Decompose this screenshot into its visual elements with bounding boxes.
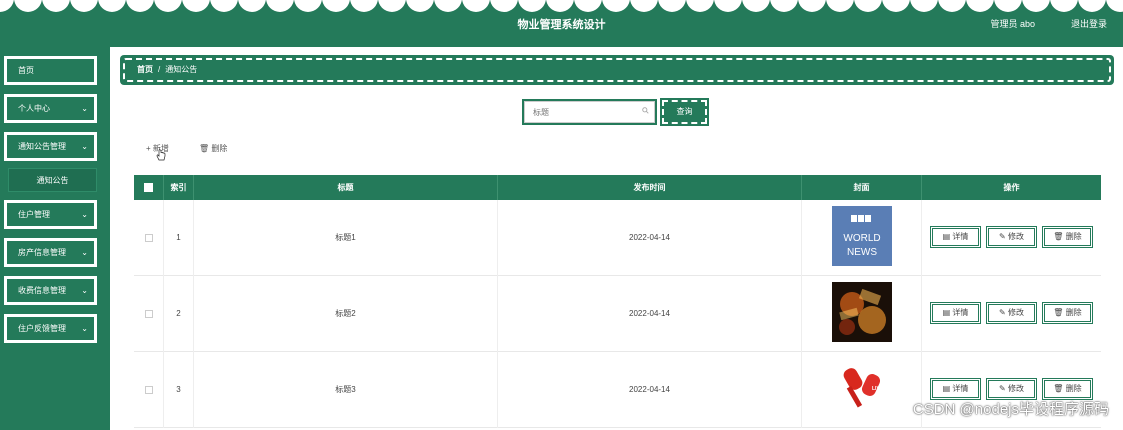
row-checkbox[interactable] <box>134 276 164 352</box>
live-microphone-cover: LIVE <box>832 358 892 418</box>
edit-button[interactable]: ✎ 修改 <box>986 378 1037 400</box>
detail-button[interactable]: ▤ 详情 <box>930 226 981 248</box>
row-index: 2 <box>164 276 194 352</box>
chevron-down-icon: ⌄ <box>81 104 88 113</box>
column-header-actions: 操作 <box>1003 183 1020 192</box>
chevron-down-icon: ⌄ <box>81 210 88 219</box>
sidebar-item-resident-management[interactable]: 住户管理 ⌄ <box>4 200 97 229</box>
table-row: 2 标题2 2022-04-14 ▤ 详情 ✎ 修改 🗑 删除 <box>134 276 1101 352</box>
row-cover: WORLD NEWS <box>802 200 922 276</box>
chevron-down-icon: ⌄ <box>81 286 88 295</box>
edit-button[interactable]: ✎ 修改 <box>986 302 1037 324</box>
row-cover: LIVE <box>802 352 922 428</box>
row-date: 2022-04-14 <box>498 200 802 276</box>
search-button[interactable]: 查询 <box>660 98 709 126</box>
top-header: 物业管理系统设计 管理员 abo 退出登录 <box>0 0 1123 47</box>
sidebar: 首页 个人中心 ⌄ 通知公告管理 ⌄ 通知公告 住户管理 ⌄ 房产信息管理 ⌄ … <box>0 47 110 430</box>
search-input[interactable] <box>524 101 655 123</box>
row-date: 2022-04-14 <box>498 352 802 428</box>
pencil-icon: ✎ <box>999 384 1006 393</box>
delete-row-button[interactable]: 🗑 删除 <box>1042 302 1093 324</box>
row-index: 3 <box>164 352 194 428</box>
watermark: CSDN @nodejs毕设程序源码 <box>912 401 1109 418</box>
pencil-icon: ✎ <box>999 308 1006 317</box>
svg-text:WORLD: WORLD <box>843 233 880 244</box>
chevron-down-icon: ⌄ <box>81 142 88 151</box>
search-box <box>522 99 657 125</box>
trash-icon: 🗑 <box>1053 384 1064 393</box>
pencil-icon: ✎ <box>999 232 1006 241</box>
trash-icon: 🗑 <box>1053 232 1064 241</box>
chevron-down-icon: ⌄ <box>81 324 88 333</box>
document-icon: ▤ <box>942 384 951 393</box>
detail-button[interactable]: ▤ 详情 <box>930 378 981 400</box>
document-icon: ▤ <box>942 232 951 241</box>
app-title: 物业管理系统设计 <box>517 19 606 31</box>
column-header-title: 标题 <box>194 175 498 200</box>
news-collage-cover <box>832 282 892 342</box>
hand-cursor-icon <box>156 149 166 161</box>
trash-icon: 🗑 <box>1053 308 1064 317</box>
sidebar-item-profile[interactable]: 个人中心 ⌄ <box>4 94 97 123</box>
chevron-down-icon: ⌄ <box>81 248 88 257</box>
column-header-index: 索引 <box>164 175 194 200</box>
row-title: 标题3 <box>194 352 498 428</box>
sidebar-item-label: 住户管理 <box>18 210 50 219</box>
delete-row-button[interactable]: 🗑 删除 <box>1042 378 1093 400</box>
logout-link[interactable]: 退出登录 <box>1071 17 1107 30</box>
select-all-checkbox[interactable] <box>134 175 164 200</box>
table-row: 1 标题1 2022-04-14 WORLD NEWS ▤ 详情 ✎ 修改 🗑 … <box>134 200 1101 276</box>
row-checkbox[interactable] <box>134 200 164 276</box>
row-title: 标题2 <box>194 276 498 352</box>
sidebar-item-home[interactable]: 首页 <box>4 56 97 85</box>
row-date: 2022-04-14 <box>498 276 802 352</box>
document-icon: ▤ <box>942 308 951 317</box>
sidebar-item-notice-management[interactable]: 通知公告管理 ⌄ <box>4 132 97 161</box>
sidebar-item-property-info[interactable]: 房产信息管理 ⌄ <box>4 238 97 267</box>
breadcrumb-separator: / <box>158 65 161 74</box>
delete-row-button[interactable]: 🗑 删除 <box>1042 226 1093 248</box>
sidebar-item-feedback[interactable]: 住户反馈管理 ⌄ <box>4 314 97 343</box>
current-user: 管理员 abo <box>990 19 1035 29</box>
breadcrumb-current: 通知公告 <box>165 65 198 74</box>
sidebar-item-label: 住户反馈管理 <box>18 324 66 333</box>
search-icon <box>642 107 649 116</box>
row-cover <box>802 276 922 352</box>
scallop-decoration <box>0 0 1123 12</box>
table-header: 索引 标题 发布时间 封面 操作 <box>134 175 1101 200</box>
delete-button[interactable]: 🗑 删除 <box>199 143 227 154</box>
breadcrumb-home[interactable]: 首页 <box>137 65 153 74</box>
edit-button[interactable]: ✎ 修改 <box>986 226 1037 248</box>
detail-button[interactable]: ▤ 详情 <box>930 302 981 324</box>
row-checkbox[interactable] <box>134 352 164 428</box>
row-title: 标题1 <box>194 200 498 276</box>
bbc-world-news-cover: WORLD NEWS <box>832 206 892 266</box>
column-header-cover: 封面 <box>802 175 922 200</box>
svg-text:NEWS: NEWS <box>847 247 877 258</box>
delete-button-label: 删除 <box>211 144 228 153</box>
sidebar-item-label: 房产信息管理 <box>18 248 66 257</box>
sidebar-item-label: 个人中心 <box>18 104 50 113</box>
sidebar-item-label: 通知公告管理 <box>18 142 66 151</box>
row-index: 1 <box>164 200 194 276</box>
sidebar-item-label: 收费信息管理 <box>18 286 66 295</box>
row-actions: ▤ 详情 ✎ 修改 🗑 删除 <box>922 276 1101 352</box>
svg-text:LIVE: LIVE <box>872 386 884 392</box>
breadcrumb-inner: 首页 / 通知公告 <box>123 58 1111 82</box>
column-header-date: 发布时间 <box>498 175 802 200</box>
trash-icon: 🗑 <box>199 144 210 153</box>
sidebar-item-label: 首页 <box>18 66 34 75</box>
sidebar-item-billing-info[interactable]: 收费信息管理 ⌄ <box>4 276 97 305</box>
breadcrumb: 首页 / 通知公告 <box>120 55 1114 85</box>
sidebar-subitem-notice[interactable]: 通知公告 <box>8 168 97 192</box>
row-actions: ▤ 详情 ✎ 修改 🗑 删除 <box>922 200 1101 276</box>
